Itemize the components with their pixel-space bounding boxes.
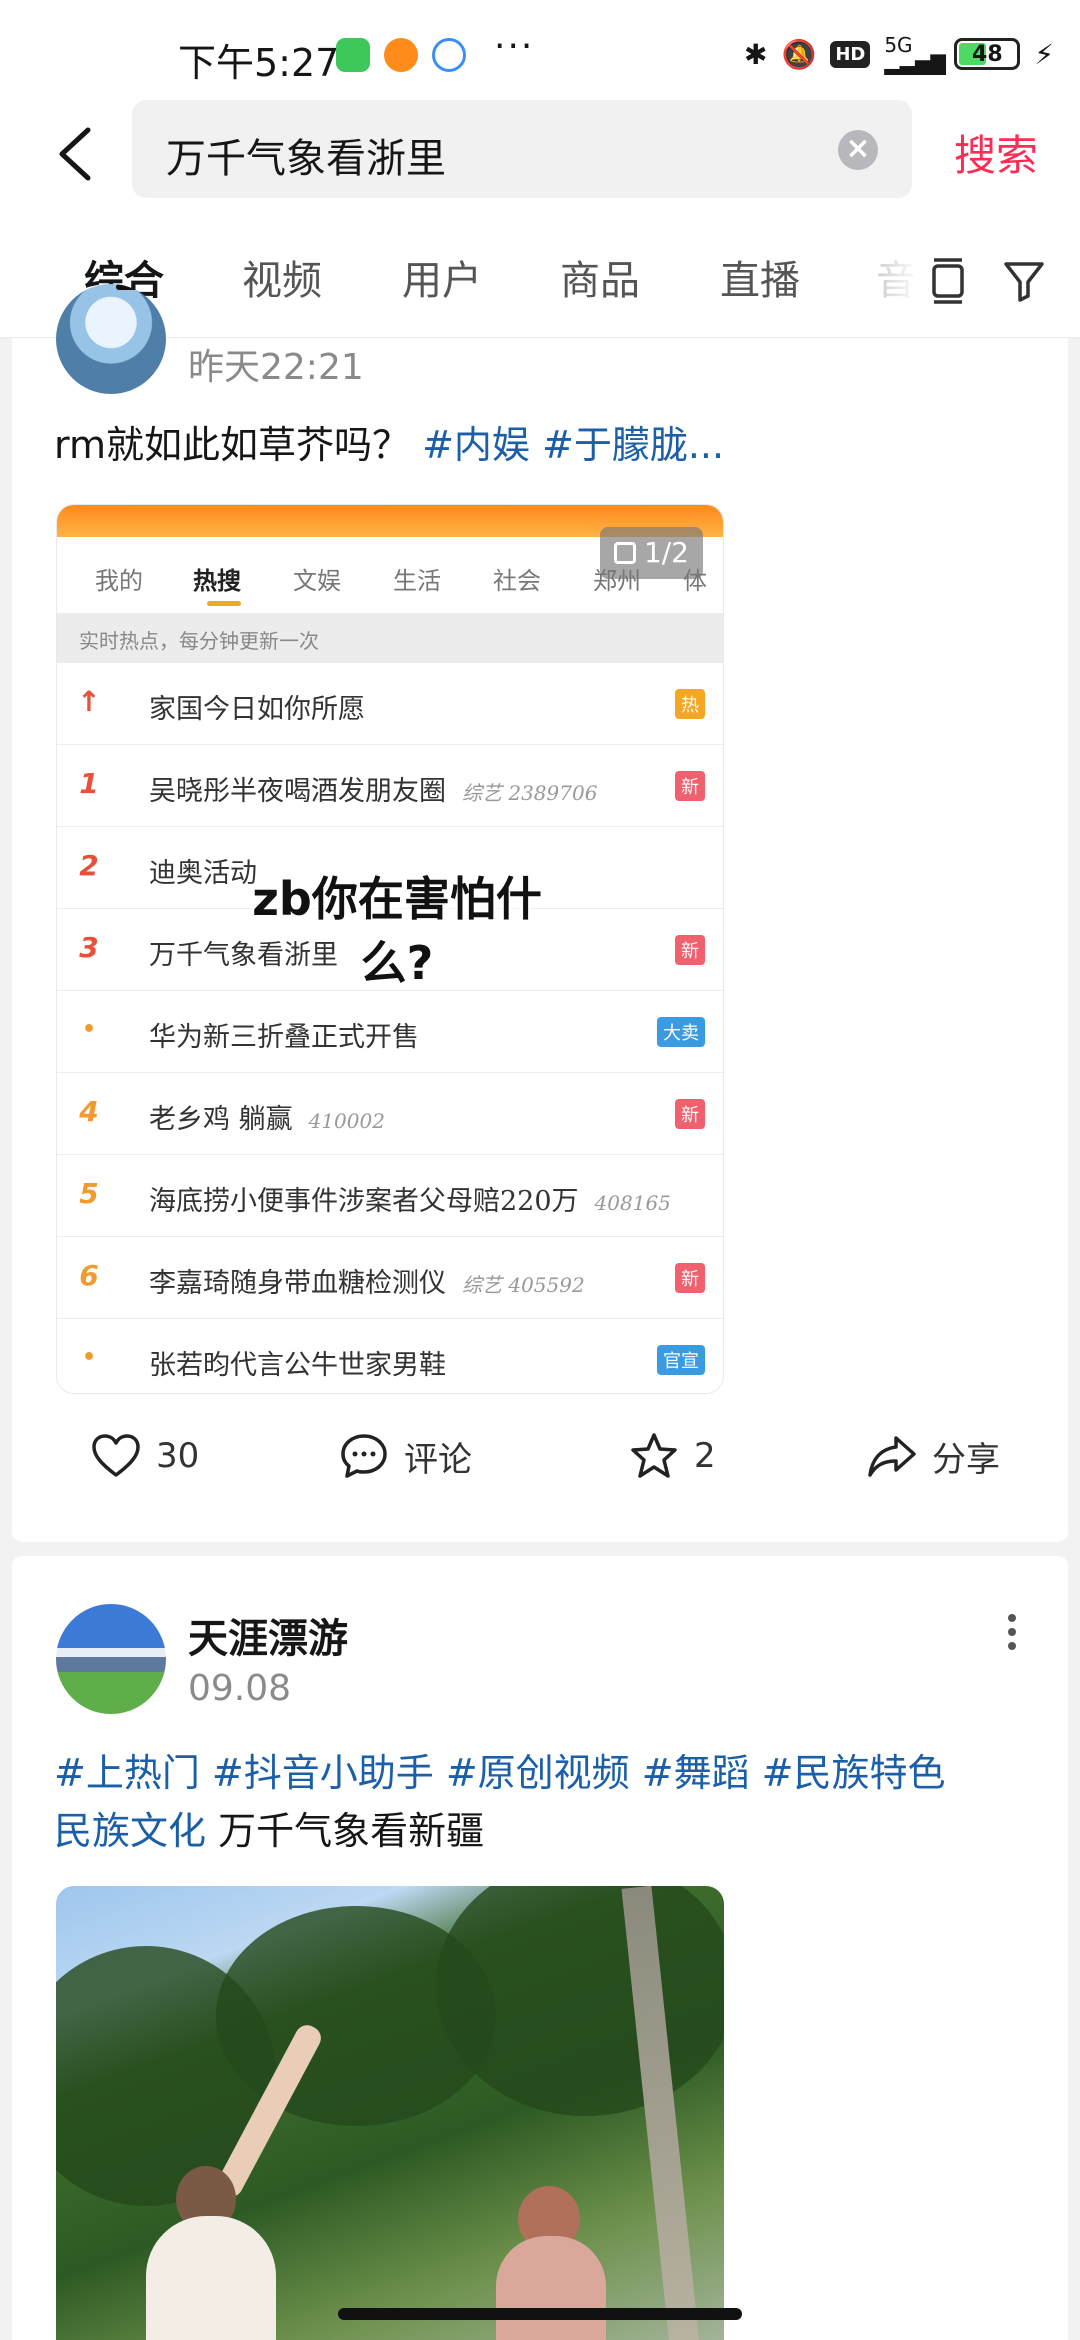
caption-text: 万千气象看新疆 [206, 1809, 485, 1853]
filter-icon[interactable] [1000, 256, 1048, 304]
bluetooth-icon: ✱ [743, 37, 768, 71]
search-header: 万千气象看浙里 × 搜索 [0, 100, 1080, 220]
post-caption: #上热门 #抖音小助手 #原创视频 #舞蹈 #民族特色 [54, 1744, 946, 1802]
network-type: 5G [884, 33, 913, 57]
back-arrow-icon[interactable] [48, 124, 108, 184]
favorite-count: 2 [694, 1436, 716, 1476]
image-page-indicator: 1/2 [599, 527, 703, 579]
caption-text: rm就如此如草芥吗？ [54, 423, 410, 467]
hot-search-row: 1 吴晓彤半夜喝酒发朋友圈 综艺 2389706 新 [57, 745, 723, 827]
layout-toggle-icon[interactable] [924, 256, 972, 304]
tab-users[interactable]: 用户 [402, 248, 482, 306]
status-time: 下午5:27 [178, 41, 340, 85]
post-card[interactable]: 昨天22:21 rm就如此如草芥吗？ #内娱 #于朦胧... 我的 热搜 文娱 … [12, 284, 1068, 1542]
post-date: 09.08 [188, 1668, 292, 1709]
gallery-icon [613, 542, 636, 564]
hot-search-subheader: 实时热点，每分钟更新一次 [57, 613, 723, 663]
hot-search-row: ↑ 家国今日如你所愿 热 [57, 663, 723, 745]
post-card[interactable]: 天涯漂游 09.08 #上热门 #抖音小助手 #原创视频 #舞蹈 #民族特色 民… [12, 1556, 1068, 2340]
hashtag-link[interactable]: #内娱 [422, 423, 530, 467]
hot-search-row: 4 老乡鸡 躺赢 410002 新 [57, 1073, 723, 1155]
comment-icon [341, 1434, 387, 1478]
hashtag-link[interactable]: #于朦胧... [542, 423, 724, 467]
post-caption-line2: 民族文化 万千气象看新疆 [54, 1802, 484, 1860]
favorite-button[interactable]: 2 [628, 1430, 716, 1482]
hot-search-row: 5 海底捞小便事件涉案者父母赔220万 408165 [57, 1155, 723, 1237]
home-indicator[interactable] [338, 2308, 742, 2320]
tab-products[interactable]: 商品 [560, 248, 640, 306]
status-icons: ✱ 🔕 HD 5G ▂▃▅▇ 48 ⚡ [743, 33, 1054, 75]
search-input[interactable]: 万千气象看浙里 × [132, 100, 912, 198]
like-button[interactable]: 30 [90, 1430, 199, 1482]
image-tab: 热搜 [193, 566, 241, 595]
status-bar: 下午5:27 ··· ✱ 🔕 HD 5G ▂▃▅▇ 48 ⚡ [0, 0, 1080, 100]
post-video-thumbnail[interactable] [56, 1886, 724, 2340]
share-label: 分享 [932, 1439, 1000, 1480]
author-name[interactable]: 天涯漂游 [188, 1606, 348, 1664]
avatar[interactable] [56, 1604, 166, 1714]
hot-search-row: 6 李嘉琦随身带血糖检测仪 综艺 405592 新 [57, 1237, 723, 1319]
hot-search-row: • 华为新三折叠正式开售 大卖 [57, 991, 723, 1073]
tab-live[interactable]: 直播 [720, 248, 800, 306]
wechat-notification-icon [336, 38, 370, 72]
star-icon [631, 1433, 677, 1478]
avatar[interactable] [56, 284, 166, 394]
post-actions: 30 评论 2 分享 [12, 1408, 1068, 1508]
search-button[interactable]: 搜索 [954, 122, 1038, 183]
more-options-icon[interactable] [1000, 1610, 1024, 1660]
hot-search-row: • 张若昀代言公牛世家男鞋 官宣 [57, 1319, 723, 1393]
charging-icon: ⚡ [1034, 37, 1054, 71]
post-caption: rm就如此如草芥吗？ #内娱 #于朦胧... [54, 416, 724, 474]
hd-icon: HD [830, 40, 871, 68]
share-icon [868, 1436, 916, 1477]
image-tab: 文娱 [293, 567, 341, 595]
comment-label: 评论 [404, 1439, 472, 1480]
post-image[interactable]: 我的 热搜 文娱 生活 社会 郑州 体 1/2 实时热点，每分钟更新一次 ↑ 家… [56, 504, 724, 1394]
signal-icon: 5G ▂▃▅▇ [884, 33, 946, 75]
heart-icon [92, 1434, 140, 1477]
silent-bell-icon: 🔕 [781, 37, 817, 71]
hashtag-link[interactable]: 民族文化 [54, 1809, 206, 1853]
hashtag-link[interactable]: #上热门 #抖音小助手 #原创视频 #舞蹈 #民族特色 [54, 1751, 946, 1795]
clear-icon[interactable]: × [838, 130, 878, 170]
image-tab: 社会 [493, 567, 541, 595]
post-time: 昨天22:21 [188, 347, 364, 388]
share-button[interactable]: 分享 [866, 1430, 1000, 1482]
image-overlay-caption: zb你在害怕什么? [252, 872, 542, 990]
battery-level: 48 [972, 41, 1003, 67]
cloud-notification-icon [432, 38, 466, 72]
search-query: 万千气象看浙里 [166, 136, 446, 182]
more-notifications-icon: ··· [494, 26, 535, 67]
tab-video[interactable]: 视频 [242, 248, 322, 306]
comment-button[interactable]: 评论 [338, 1430, 472, 1482]
battery-icon: 48 [954, 38, 1021, 70]
image-tab: 我的 [95, 567, 143, 595]
like-count: 30 [156, 1436, 200, 1476]
app-notification-icon [384, 38, 418, 72]
image-tab: 生活 [393, 567, 441, 595]
